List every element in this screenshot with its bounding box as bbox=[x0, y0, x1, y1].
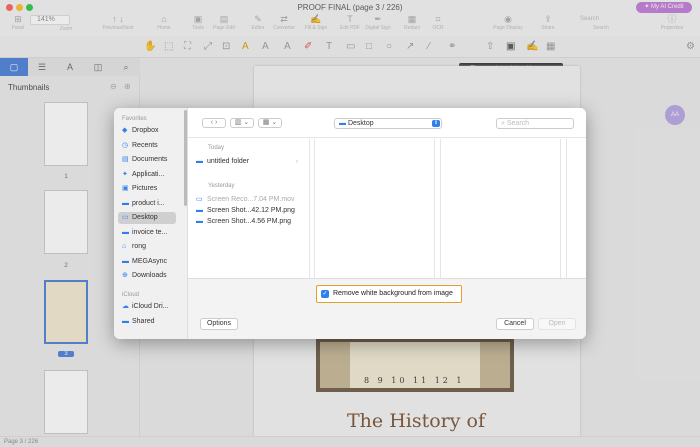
folder-icon: ▬ bbox=[339, 120, 346, 127]
image-file-icon: ▬ bbox=[196, 207, 203, 214]
sidebar-item-dropbox[interactable]: ◆ Dropbox bbox=[118, 125, 176, 137]
sidebar-item-label: Desktop bbox=[132, 214, 158, 221]
location-icon: ◆ bbox=[122, 127, 128, 134]
column-divider bbox=[440, 139, 441, 278]
file-group-label: Today bbox=[208, 145, 225, 151]
chevron-updown-icon: ⇕ bbox=[432, 120, 440, 127]
file-name: untitled folder bbox=[207, 158, 250, 165]
file-row[interactable]: ▭ Screen Reco...7.04 PM.mov bbox=[196, 195, 295, 205]
file-row[interactable]: ▬ Screen Shot...4.56 PM.png bbox=[196, 217, 291, 227]
location-icon: ▬ bbox=[122, 257, 129, 265]
location-icon: ◷ bbox=[122, 141, 129, 149]
sidebar-scrollbar[interactable] bbox=[184, 110, 187, 206]
sidebar-item-icloud-dri[interactable]: ☁ iCloud Dri... bbox=[118, 301, 176, 313]
image-file-icon: ▬ bbox=[196, 218, 203, 225]
open-file-dialog: Favorites ◆ Dropbox ◷ Recents ▤ Documents ✦ App… bbox=[114, 108, 586, 339]
file-name: Screen Reco...7.04 PM.mov bbox=[207, 196, 295, 203]
location-icon: ▬ bbox=[122, 318, 129, 325]
sidebar-item-label: Documents bbox=[132, 156, 168, 163]
sidebar-item-applicati[interactable]: ✦ Applicati... bbox=[118, 169, 176, 181]
file-row[interactable]: ▬ Screen Shot...42.12 PM.png bbox=[196, 206, 295, 216]
file-column: Today ▬ untitled folder Yesterday ▭ Screen Re… bbox=[188, 139, 310, 278]
sidebar-item-label: Dropbox bbox=[132, 127, 159, 134]
sidebar-item-megasync[interactable]: ▬ MEGAsync bbox=[118, 256, 176, 268]
sidebar-item-label: rong bbox=[132, 243, 147, 250]
dialog-sidebar: Favorites ◆ Dropbox ◷ Recents ▤ Documents ✦ App… bbox=[114, 108, 188, 339]
sidebar-item-label: Applicati... bbox=[132, 170, 165, 178]
dialog-search-input[interactable]: ⌕ Search bbox=[496, 118, 574, 129]
file-row[interactable]: ▬ untitled folder bbox=[196, 157, 249, 167]
sidebar-item-label: Recents bbox=[132, 141, 158, 149]
column-divider bbox=[566, 139, 567, 278]
options-button[interactable]: Options bbox=[200, 318, 238, 330]
grid-view-button[interactable]: ▦ ⌄ bbox=[258, 118, 282, 128]
column-divider[interactable] bbox=[314, 139, 315, 278]
location-icon: ▤ bbox=[122, 156, 129, 163]
sidebar-item-rong[interactable]: ⌂ rong bbox=[118, 241, 176, 253]
cancel-button[interactable]: Cancel bbox=[496, 318, 534, 330]
location-icon: ▬ bbox=[122, 199, 129, 207]
column-divider bbox=[434, 139, 435, 278]
file-browser-columns: Today ▬ untitled folder Yesterday ▭ Screen Re… bbox=[188, 139, 586, 278]
location-select[interactable]: ▬ Desktop ⇕ bbox=[334, 118, 442, 129]
sidebar-item-label: MEGAsync bbox=[132, 257, 168, 265]
dialog-toolbar: ‹ › ▥ ⌄ ▦ ⌄ ▬ Desktop ⇕ ⌕ Search bbox=[188, 108, 586, 138]
favorites-section-label: Favorites bbox=[122, 116, 147, 122]
search-icon: ⌕ bbox=[501, 120, 505, 127]
location-icon: ✦ bbox=[122, 170, 128, 178]
chevron-right-icon: › bbox=[296, 159, 298, 165]
movie-file-icon: ▭ bbox=[196, 196, 203, 203]
remove-background-option[interactable]: ✓ Remove white background from image bbox=[316, 285, 462, 303]
location-icon: ⊕ bbox=[122, 272, 128, 279]
location-icon: ▬ bbox=[122, 228, 129, 236]
remove-background-label[interactable]: Remove white background from image bbox=[333, 290, 453, 297]
file-name: Screen Shot...42.12 PM.png bbox=[207, 207, 295, 214]
sidebar-item-label: invoice te... bbox=[132, 228, 168, 236]
checkmark-icon[interactable]: ✓ bbox=[321, 290, 329, 298]
sidebar-item-shared[interactable]: ▬ Shared bbox=[118, 316, 176, 328]
sidebar-item-recents[interactable]: ◷ Recents bbox=[118, 140, 176, 152]
folder-icon: ▬ bbox=[196, 158, 203, 165]
location-label: Desktop bbox=[347, 120, 374, 127]
location-icon: ☁ bbox=[122, 303, 129, 310]
sidebar-item-invoice-te[interactable]: ▬ invoice te... bbox=[118, 227, 176, 239]
column-divider bbox=[560, 139, 561, 278]
sidebar-item-product-i[interactable]: ▬ product i... bbox=[118, 198, 176, 210]
file-name: Screen Shot...4.56 PM.png bbox=[207, 218, 292, 225]
view-mode-button[interactable]: ▥ ⌄ bbox=[230, 118, 254, 128]
open-button[interactable]: Open bbox=[538, 318, 576, 330]
location-icon: ▭ bbox=[122, 214, 129, 221]
sidebar-item-documents[interactable]: ▤ Documents bbox=[118, 154, 176, 166]
sidebar-item-label: Downloads bbox=[132, 272, 167, 279]
sidebar-item-label: product i... bbox=[132, 199, 165, 207]
location-icon: ⌂ bbox=[122, 243, 127, 250]
sidebar-item-label: Shared bbox=[132, 318, 155, 325]
back-forward-button[interactable]: ‹ › bbox=[202, 118, 226, 128]
dialog-search-placeholder: Search bbox=[506, 120, 530, 127]
sidebar-item-desktop[interactable]: ▭ Desktop bbox=[118, 212, 176, 224]
sidebar-item-pictures[interactable]: ▣ Pictures bbox=[118, 183, 176, 195]
sidebar-item-label: Pictures bbox=[132, 185, 158, 192]
icloud-section-label: iCloud bbox=[122, 292, 140, 298]
sidebar-item-label: iCloud Dri... bbox=[132, 303, 169, 310]
location-icon: ▣ bbox=[122, 185, 129, 192]
file-group-label: Yesterday bbox=[208, 183, 235, 189]
sidebar-item-downloads[interactable]: ⊕ Downloads bbox=[118, 270, 176, 282]
